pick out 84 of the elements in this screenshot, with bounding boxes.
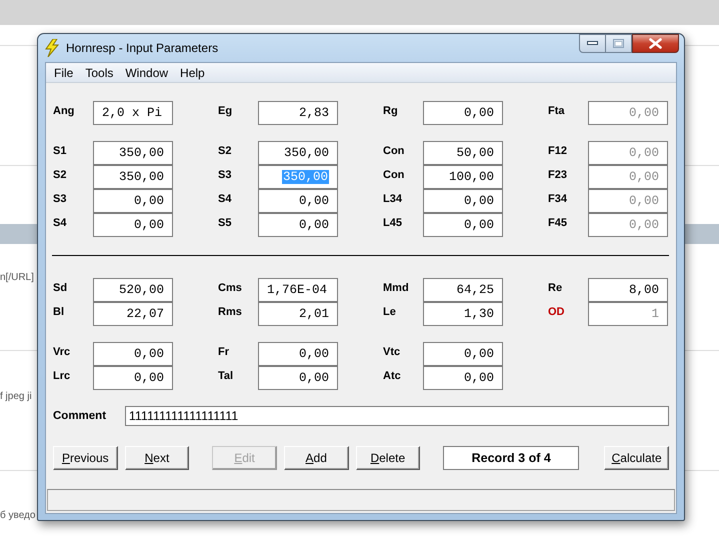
field-label: Tal: [218, 369, 234, 382]
input-field[interactable]: 350,00: [93, 141, 173, 165]
input-field[interactable]: 0,00: [258, 342, 338, 366]
push-button[interactable]: Previous: [53, 446, 118, 470]
close-icon: [649, 38, 662, 49]
field-label: Con: [383, 144, 406, 157]
menu-item[interactable]: Tools: [79, 66, 120, 80]
field-label: Cms: [218, 281, 243, 294]
field-label: S1: [53, 144, 68, 157]
menu-item[interactable]: File: [48, 66, 80, 80]
lightning-icon: [44, 39, 60, 57]
input-field[interactable]: 520,00: [93, 278, 173, 302]
input-field[interactable]: 8,00: [588, 278, 668, 302]
field-label: F23: [548, 168, 568, 181]
minimize-icon: [587, 41, 598, 46]
field-label: Con: [383, 168, 406, 181]
input-field[interactable]: 0,00: [258, 213, 338, 237]
push-button[interactable]: Next: [124, 446, 190, 470]
field-label: L45: [383, 216, 403, 229]
field-label: Le: [383, 305, 397, 318]
input-field[interactable]: 2,01: [258, 302, 338, 326]
comment-field[interactable]: 111111111111111111: [124, 406, 669, 426]
input-field[interactable]: 0,00: [93, 189, 173, 213]
field-label: Bl: [53, 305, 65, 318]
field-label: Sd: [53, 281, 68, 294]
field-label: S4: [218, 192, 232, 205]
input-field[interactable]: 0,00: [423, 213, 503, 237]
input-field[interactable]: 0,00: [93, 213, 173, 237]
field-label: Atc: [383, 369, 402, 382]
menu-item[interactable]: Window: [119, 66, 174, 80]
close-button[interactable]: [632, 34, 679, 53]
maximize-icon: [613, 39, 624, 48]
field-label: Re: [548, 281, 564, 294]
input-field[interactable]: 0,00: [258, 366, 338, 390]
field-label: S4: [53, 216, 68, 229]
input-field[interactable]: 1,76E-04: [258, 278, 338, 302]
field-label: OD: [548, 305, 566, 318]
input-field[interactable]: 0,00: [93, 342, 173, 366]
field-label: S2: [53, 168, 68, 181]
maximize-button[interactable]: [606, 34, 632, 53]
field-label: Fta: [548, 104, 566, 117]
input-field[interactable]: 1,30: [423, 302, 503, 326]
page-text: f jpeg ji: [0, 391, 32, 402]
window-title: Hornresp - Input Parameters: [66, 41, 218, 55]
input-field[interactable]: 2,0 x Pi: [93, 101, 173, 125]
input-field[interactable]: 0,00: [93, 366, 173, 390]
input-field[interactable]: 2,83: [258, 101, 338, 125]
field-label: S3: [53, 192, 68, 205]
page-text: n[/URL]: [0, 272, 34, 283]
field-label: Rg: [383, 104, 399, 117]
input-field[interactable]: 0,00: [423, 101, 503, 125]
push-button[interactable]: Add: [284, 446, 348, 470]
input-field[interactable]: 350,00: [93, 165, 173, 189]
input-field[interactable]: 0,00: [423, 189, 503, 213]
input-field[interactable]: 0,00: [423, 366, 503, 390]
field-label: F45: [548, 216, 568, 229]
field-label: F12: [548, 144, 568, 157]
field-label: Vtc: [383, 345, 402, 358]
field-label: Fr: [218, 345, 230, 358]
field-label: L34: [383, 192, 403, 205]
input-field[interactable]: 350,00: [258, 141, 338, 165]
field-label: S2: [218, 144, 232, 157]
field-label: Rms: [218, 305, 243, 318]
menu-item[interactable]: Help: [174, 66, 211, 80]
input-field[interactable]: 22,07: [93, 302, 173, 326]
input-field[interactable]: 0,00: [258, 189, 338, 213]
field-label: Vrc: [53, 345, 72, 358]
field-label: Lrc: [53, 369, 72, 382]
input-field[interactable]: 64,25: [423, 278, 503, 302]
field-label: Ang: [53, 104, 76, 117]
input-field[interactable]: 0,00: [423, 342, 503, 366]
push-button[interactable]: Delete: [356, 446, 420, 470]
field-label: S3: [218, 168, 232, 181]
field-label: Eg: [218, 104, 234, 117]
record-counter: Record 3 of 4: [443, 446, 580, 470]
input-field[interactable]: 50,00: [423, 141, 503, 165]
field-label: Comment: [53, 410, 108, 422]
minimize-button[interactable]: [579, 34, 606, 53]
field-label: F34: [548, 192, 568, 205]
field-label: S5: [218, 216, 232, 229]
field-label: Mmd: [383, 281, 410, 294]
push-button[interactable]: Calculate: [604, 446, 669, 470]
page-text: б уведо: [0, 510, 36, 521]
input-field[interactable]: 100,00: [423, 165, 503, 189]
